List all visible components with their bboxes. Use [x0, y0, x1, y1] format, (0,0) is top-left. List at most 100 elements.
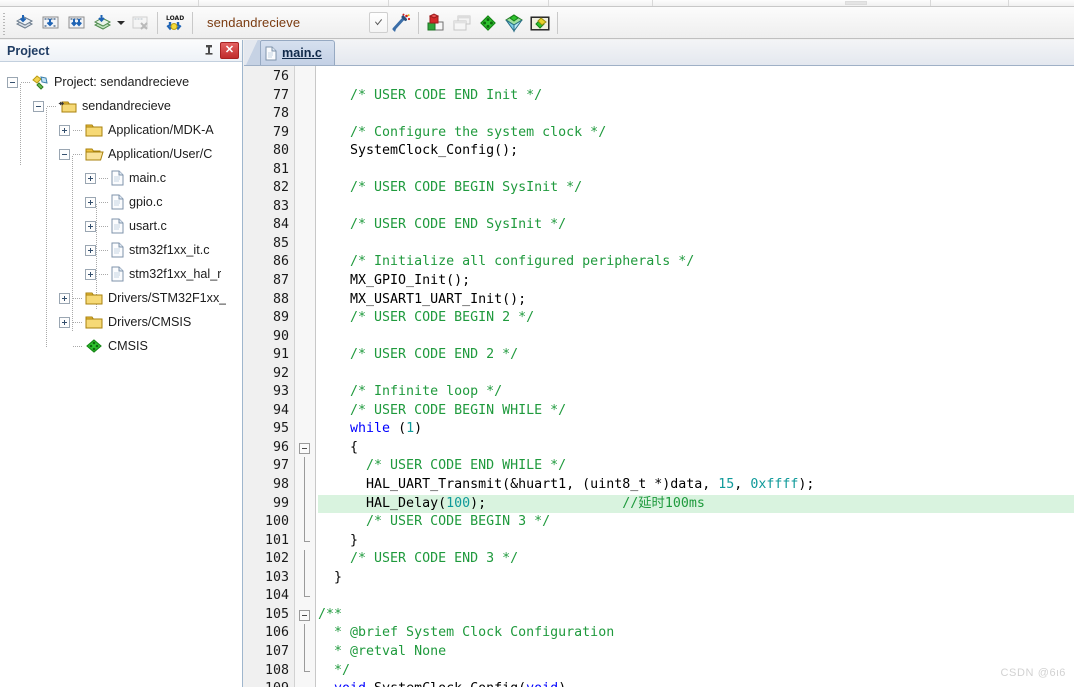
- expander-plus-icon[interactable]: [85, 268, 96, 280]
- toolbar-separator-2: [192, 11, 193, 34]
- code-line[interactable]: SystemClock_Config();: [318, 142, 1074, 161]
- tree-item-group-drivers-cmsis[interactable]: Drivers/CMSIS: [0, 310, 242, 334]
- line-number: 79: [272, 124, 289, 140]
- translate-button[interactable]: [11, 10, 37, 36]
- pack-installer-button[interactable]: [501, 10, 527, 36]
- tree-item-label: main.c: [129, 171, 167, 185]
- tree-item-group-mdk[interactable]: Application/MDK-A: [0, 118, 242, 142]
- code-line[interactable]: while (1): [318, 420, 1074, 439]
- code-line[interactable]: [318, 328, 1074, 347]
- code-line[interactable]: }: [318, 532, 1074, 551]
- code-line[interactable]: /* USER CODE END SysInit */: [318, 216, 1074, 235]
- code-token: /* USER CODE END 2 */: [318, 347, 519, 363]
- code-line[interactable]: /* USER CODE BEGIN SysInit */: [318, 179, 1074, 198]
- batch-build-icon: [93, 15, 111, 30]
- batch-build-button[interactable]: [89, 10, 115, 36]
- code-line[interactable]: {: [318, 439, 1074, 458]
- target-options-button[interactable]: [388, 10, 414, 36]
- manage-project-items-button[interactable]: [423, 10, 449, 36]
- fold-marker[interactable]: [295, 439, 315, 458]
- folder-closed-icon: [85, 124, 103, 137]
- tree-item-cmsis[interactable]: CMSIS: [0, 334, 242, 358]
- expander-plus-icon[interactable]: [85, 196, 96, 208]
- code-line[interactable]: [318, 161, 1074, 180]
- code-line[interactable]: * @retval None: [318, 643, 1074, 662]
- batch-build-dropdown[interactable]: [115, 10, 127, 36]
- code-line[interactable]: }: [318, 569, 1074, 588]
- tree-item-file-usart-c[interactable]: usart.c: [0, 214, 242, 238]
- rebuild-button[interactable]: [63, 10, 89, 36]
- expander-plus-icon[interactable]: [59, 316, 70, 328]
- expander-plus-icon[interactable]: [85, 172, 96, 184]
- code-line[interactable]: * @brief System Clock Configuration: [318, 624, 1074, 643]
- code-line[interactable]: [318, 235, 1074, 254]
- chevron-down-icon[interactable]: [369, 11, 388, 33]
- code-line[interactable]: /* USER CODE END 2 */: [318, 346, 1074, 365]
- line-number: 92: [272, 365, 289, 381]
- tree-item-group-drivers-stm32[interactable]: Drivers/STM32F1xx_: [0, 286, 242, 310]
- code-line[interactable]: [318, 587, 1074, 606]
- expander-minus-icon[interactable]: [59, 148, 70, 160]
- tree-item-project[interactable]: Project: sendandrecieve: [0, 70, 242, 94]
- stop-build-button[interactable]: [127, 10, 153, 36]
- configuration-wizard-button[interactable]: [475, 10, 501, 36]
- tree-item-file-stm32f1xx-it-c[interactable]: stm32f1xx_it.c: [0, 238, 242, 262]
- code-token: while: [350, 421, 391, 437]
- code-token: /**: [318, 606, 343, 622]
- line-number: 108: [264, 662, 289, 678]
- code-token: /* USER CODE BEGIN WHILE */: [318, 402, 567, 418]
- code-line[interactable]: [318, 198, 1074, 217]
- tree-connector: [73, 321, 82, 323]
- code-line[interactable]: [318, 365, 1074, 384]
- fold-collapse-icon[interactable]: [299, 609, 310, 621]
- fold-marker: [295, 68, 315, 87]
- build-button[interactable]: [37, 10, 63, 36]
- code-line[interactable]: MX_USART1_UART_Init();: [318, 291, 1074, 310]
- code-line[interactable]: [318, 68, 1074, 87]
- code-line[interactable]: MX_GPIO_Init();: [318, 272, 1074, 291]
- code-line[interactable]: /* Configure the system clock */: [318, 124, 1074, 143]
- code-line[interactable]: /* USER CODE END Init */: [318, 87, 1074, 106]
- tree-item-group-user[interactable]: Application/User/C: [0, 142, 242, 166]
- manage-run-time-button[interactable]: [527, 10, 553, 36]
- expander-plus-icon[interactable]: [85, 220, 96, 232]
- tree-item-file-main-c[interactable]: main.c: [0, 166, 242, 190]
- expander-minus-icon[interactable]: [33, 100, 44, 112]
- pin-icon[interactable]: [200, 42, 217, 59]
- code-line[interactable]: [318, 105, 1074, 124]
- tree-item-file-stm32f1xx-hal-msp-c[interactable]: stm32f1xx_hal_r: [0, 262, 242, 286]
- download-button[interactable]: LOAD: [162, 10, 188, 36]
- expander-minus-icon[interactable]: [7, 76, 18, 88]
- code-line[interactable]: /* USER CODE END WHILE */: [318, 457, 1074, 476]
- code-line[interactable]: void SystemClock_Config(void): [318, 680, 1074, 687]
- tree-item-file-gpio-c[interactable]: gpio.c: [0, 190, 242, 214]
- multi-project-button[interactable]: [449, 10, 475, 36]
- expander-plus-icon[interactable]: [59, 124, 70, 136]
- code-line[interactable]: /* USER CODE BEGIN 2 */: [318, 309, 1074, 328]
- code-line[interactable]: /* Initialize all configured peripherals…: [318, 253, 1074, 272]
- fold-collapse-icon[interactable]: [299, 442, 310, 454]
- code-token: ,: [734, 477, 751, 493]
- target-select[interactable]: sendandrecieve: [203, 11, 388, 34]
- code-line[interactable]: /* USER CODE BEGIN WHILE */: [318, 402, 1074, 421]
- toolbar-grip[interactable]: [1, 9, 8, 36]
- code-folding-column[interactable]: [294, 66, 316, 687]
- code-token: HAL_Delay(: [318, 495, 447, 511]
- code-line[interactable]: /**: [318, 606, 1074, 625]
- expander-plus-icon[interactable]: [85, 244, 96, 256]
- close-icon[interactable]: ✕: [220, 42, 239, 59]
- code-line[interactable]: HAL_UART_Transmit(&huart1, (uint8_t *)da…: [318, 476, 1074, 495]
- code-editor[interactable]: 76 77 78 79 80 81 82 83 84 85 86 87 88 89 90 91 92 93 94 95…: [244, 66, 1074, 687]
- fold-marker[interactable]: [295, 606, 315, 625]
- code-text[interactable]: /* USER CODE END Init */ /* Configure th…: [318, 66, 1074, 687]
- tab-main-c[interactable]: main.c: [260, 40, 335, 65]
- code-line[interactable]: /* Infinite loop */: [318, 383, 1074, 402]
- code-line[interactable]: /* USER CODE BEGIN 3 */: [318, 513, 1074, 532]
- code-line[interactable]: /* USER CODE END 3 */: [318, 550, 1074, 569]
- code-token: /* USER CODE BEGIN 2 */: [318, 310, 535, 326]
- code-line[interactable]: */: [318, 662, 1074, 681]
- tree-item-target[interactable]: sendandrecieve: [0, 94, 242, 118]
- expander-plus-icon[interactable]: [59, 292, 70, 304]
- tree-connector: [99, 273, 108, 275]
- code-line[interactable]: HAL_Delay(100); //延时100ms: [318, 494, 1074, 514]
